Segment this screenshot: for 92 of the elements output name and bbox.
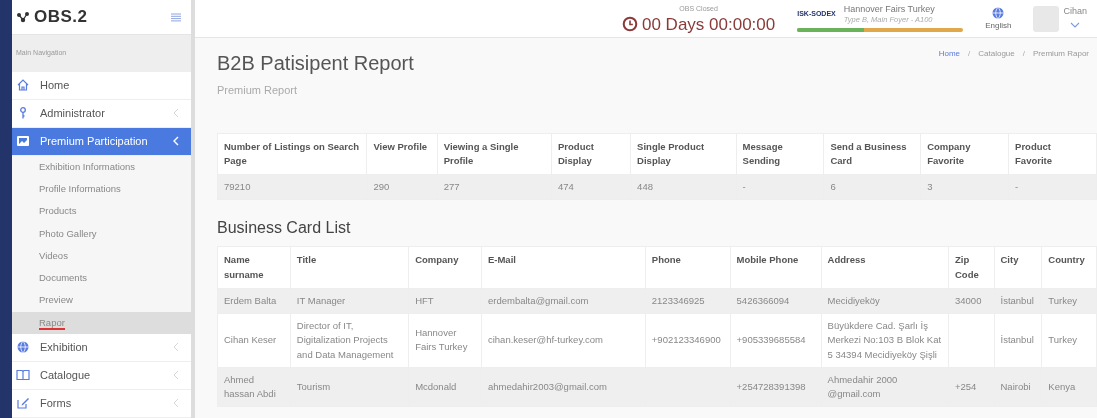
- table-cell: +254728391398: [730, 367, 822, 407]
- picture-icon: [16, 134, 30, 149]
- table-cell: 79210: [217, 174, 367, 200]
- table-cell: Cihan Keser: [217, 313, 291, 368]
- table-cell: 6: [823, 174, 921, 200]
- book-icon: [16, 368, 30, 383]
- column-header: Phone: [645, 246, 731, 289]
- sidebar-item[interactable]: Home: [12, 71, 191, 100]
- submenu-item[interactable]: Rapor: [12, 311, 191, 334]
- column-header: Mobile Phone: [730, 246, 822, 289]
- page-subtitle: Premium Report: [217, 83, 299, 98]
- column-header: Name surname: [217, 246, 291, 289]
- countdown-text: 00 Days 00:00:00: [641, 15, 776, 33]
- table-cell: Erdem Balta: [217, 288, 291, 314]
- table-cell: 34000: [948, 288, 994, 314]
- table-cell: ahmedahir2003@gmail.com: [481, 367, 646, 407]
- column-header: View Profile: [366, 133, 438, 175]
- table-cell: IT Manager: [290, 288, 409, 314]
- submenu-item[interactable]: Products: [12, 200, 191, 223]
- column-header: Number of Listings on Search Page: [217, 133, 367, 175]
- table-cell: cihan.keser@hf-turkey.com: [481, 313, 646, 368]
- table-cell: HFT: [408, 288, 482, 314]
- table-cell: 3: [920, 174, 1009, 200]
- table-cell: +902123346900: [645, 313, 731, 368]
- column-header: Message Sending: [736, 133, 824, 175]
- edit-icon: [16, 396, 30, 411]
- table-cell: Büyükdere Cad. Şarlı İş Merkezi No:103 B Blok Kat 5 34394 Mecidiyeköy Şişli: [821, 313, 949, 368]
- table-cell: 2123346925: [645, 288, 731, 314]
- table-cell: 277: [437, 174, 552, 200]
- page-title: B2B Patisipent Report: [217, 51, 414, 76]
- fair-name: Hannover Fairs Turkey: [843, 5, 935, 15]
- table-cell: Mcdonald: [408, 367, 482, 407]
- table-cell: 448: [630, 174, 737, 200]
- globe-icon: [16, 340, 30, 355]
- column-header: E-Mail: [481, 246, 646, 289]
- column-header: Country: [1041, 246, 1097, 289]
- table-cell: İstanbul: [994, 313, 1042, 368]
- submenu-item[interactable]: Exhibition Informations: [12, 155, 191, 179]
- table-cell: +905339685584: [730, 313, 822, 368]
- table-cell: Hannover Fairs Turkey: [408, 313, 482, 368]
- column-header: Single Product Display: [630, 133, 737, 175]
- globe-icon: [991, 5, 1006, 20]
- breadcrumb-separator: /: [1022, 48, 1025, 60]
- home-icon: [16, 78, 30, 93]
- logo-icon: [16, 10, 30, 25]
- submenu-item[interactable]: Photo Gallery: [12, 222, 191, 245]
- table-cell: Turkey: [1041, 313, 1097, 368]
- submenu-item[interactable]: Profile Informations: [12, 178, 191, 201]
- table-cell: Director of IT, Digitalization Projects and Data Management: [290, 313, 409, 368]
- column-header: Company Favorite: [920, 133, 1009, 175]
- column-header: Zip Code: [948, 246, 994, 289]
- table-cell: Tourism: [290, 367, 409, 407]
- breadcrumb-item: Catalogue: [978, 48, 1015, 60]
- breadcrumb-item: Premium Rapor: [1033, 48, 1089, 60]
- table-cell: 474: [551, 174, 631, 200]
- submenu-item[interactable]: Documents: [12, 267, 191, 290]
- submenu-item[interactable]: Preview: [12, 289, 191, 312]
- sidebar-item[interactable]: Premium Participation: [12, 127, 191, 156]
- breadcrumb-item[interactable]: Home: [938, 48, 961, 60]
- table-cell: Ahmed hassan Abdi: [217, 367, 291, 407]
- language-link[interactable]: English: [985, 19, 1012, 32]
- table-cell: İstanbul: [994, 288, 1042, 314]
- sidebar-item[interactable]: Forms: [12, 389, 191, 418]
- clock-icon: [621, 16, 638, 32]
- table-cell: +254: [948, 367, 994, 407]
- column-header: Address: [821, 246, 949, 289]
- breadcrumb-separator: /: [968, 48, 971, 60]
- logo-text: OBS.2: [34, 6, 88, 29]
- column-header: Product Display: [551, 133, 631, 175]
- table-cell: Nairobi: [994, 367, 1042, 407]
- sidebar-item[interactable]: Catalogue: [12, 361, 191, 390]
- sidebar-item[interactable]: Administrator: [12, 99, 191, 128]
- column-header: City: [994, 246, 1042, 289]
- column-header: Product Favorite: [1008, 133, 1097, 175]
- submenu-item[interactable]: Videos: [12, 244, 191, 268]
- table-cell: Mecidiyeköy: [821, 288, 949, 314]
- table-cell: -: [1008, 174, 1097, 200]
- table-cell: erdembalta@gmail.com: [481, 288, 646, 314]
- column-header: Send a Business Card: [823, 133, 921, 175]
- table-cell: Ahmedahir 2000 @gmail.com: [821, 367, 949, 407]
- sidebar-item[interactable]: Exhibition: [12, 333, 191, 362]
- user-name[interactable]: Cihan: [1063, 4, 1087, 19]
- table-cell: -: [736, 174, 824, 200]
- table-cell: 5426366094: [730, 288, 822, 314]
- table-cell: Turkey: [1041, 288, 1097, 314]
- menu-icon[interactable]: [169, 10, 183, 25]
- table-cell: 290: [366, 174, 438, 200]
- column-header: Company: [408, 246, 482, 289]
- column-header: Viewing a Single Profile: [437, 133, 552, 175]
- section-title: Business Card List: [217, 218, 352, 239]
- table-cell: Kenya: [1041, 367, 1097, 407]
- column-header: Title: [290, 246, 409, 289]
